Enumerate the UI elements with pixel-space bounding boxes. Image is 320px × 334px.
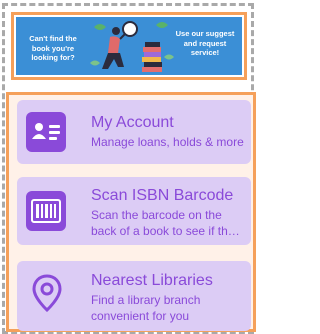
scan-isbn-card[interactable]: Scan ISBN Barcode Scan the barcode on th…: [17, 177, 251, 245]
banner-left-text: Can't find the book you're looking for?: [29, 34, 77, 62]
menu-cards: My Account Manage loans, holds & more Sc…: [6, 92, 256, 332]
my-account-card[interactable]: My Account Manage loans, holds & more: [17, 100, 251, 164]
card-subtitle: Scan the barcode on the back of a book t…: [91, 207, 247, 239]
reader-illustration-icon: [90, 21, 174, 72]
card-subtitle: Manage loans, holds & more: [91, 135, 244, 149]
card-subtitle: Find a library branch convenient for you: [91, 292, 247, 324]
banner-right-text: Use our suggest and request service!: [175, 29, 235, 57]
location-pin-icon: [32, 274, 62, 313]
suggest-banner[interactable]: Can't find the book you're looking for? …: [11, 12, 247, 80]
banner-body[interactable]: Can't find the book you're looking for? …: [16, 17, 242, 75]
card-title: Scan ISBN Barcode: [91, 187, 234, 204]
card-subtitle-line1: Scan the barcode on the: [91, 208, 222, 222]
card-subtitle-line2: back of a book to see if th…: [91, 224, 240, 238]
barcode-icon: [26, 191, 66, 231]
card-subtitle-line1: Find a library branch: [91, 293, 201, 307]
id-card-icon: [26, 112, 66, 152]
card-subtitle-line2: convenient for you: [91, 309, 190, 323]
nearest-libraries-card[interactable]: Nearest Libraries Find a library branch …: [17, 261, 251, 331]
card-title: Nearest Libraries: [91, 272, 213, 289]
card-title: My Account: [91, 114, 174, 131]
